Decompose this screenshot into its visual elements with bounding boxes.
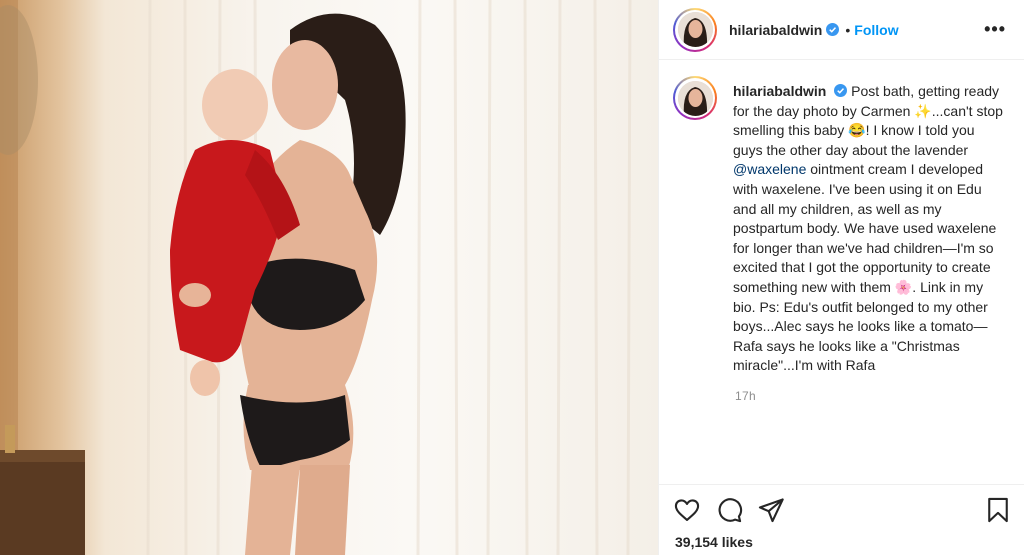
caption-part-4: ointment cream I developed with waxelene… <box>733 161 997 295</box>
laughing-emoji: 😂 <box>848 122 866 139</box>
post-side-panel: hilariabaldwin • Follow ••• hilariabaldw… <box>658 0 1024 555</box>
comment-icon[interactable] <box>715 496 743 524</box>
caption-avatar[interactable] <box>673 76 717 120</box>
caption-username[interactable]: hilariabaldwin <box>733 83 826 99</box>
heart-icon[interactable] <box>673 496 701 524</box>
avatar-image <box>677 80 713 116</box>
verified-badge-icon <box>834 84 848 97</box>
paper-plane-icon[interactable] <box>757 496 785 524</box>
post-caption: hilariabaldwin Post bath, getting ready … <box>733 82 1003 376</box>
post-header: hilariabaldwin • Follow ••• <box>659 0 1024 60</box>
comments-section: hilariabaldwin Post bath, getting ready … <box>673 76 1014 403</box>
sparkle-emoji: ✨ <box>914 102 932 119</box>
caption-row: hilariabaldwin Post bath, getting ready … <box>673 76 1014 376</box>
more-options-button[interactable]: ••• <box>984 19 1006 40</box>
header-avatar[interactable] <box>673 7 717 52</box>
bookmark-icon[interactable] <box>984 496 1012 524</box>
actions-divider <box>659 484 1024 485</box>
separator-dot: • <box>845 21 851 38</box>
likes-label: likes <box>721 534 753 550</box>
waxelene-mention-link[interactable]: @waxelene <box>733 161 806 177</box>
follow-button[interactable]: Follow <box>854 22 898 38</box>
post-photo[interactable] <box>0 0 658 555</box>
avatar-image <box>677 12 713 47</box>
flower-emoji: 🌸 <box>894 278 913 295</box>
action-bar <box>673 496 785 524</box>
verified-badge-icon <box>826 23 840 36</box>
likes-count[interactable]: 39,154 likes <box>675 534 753 550</box>
photo-illustration <box>0 0 632 555</box>
post-timestamp[interactable]: 17h <box>735 389 1014 403</box>
header-username[interactable]: hilariabaldwin <box>729 22 822 38</box>
likes-number: 39,154 <box>675 534 718 550</box>
